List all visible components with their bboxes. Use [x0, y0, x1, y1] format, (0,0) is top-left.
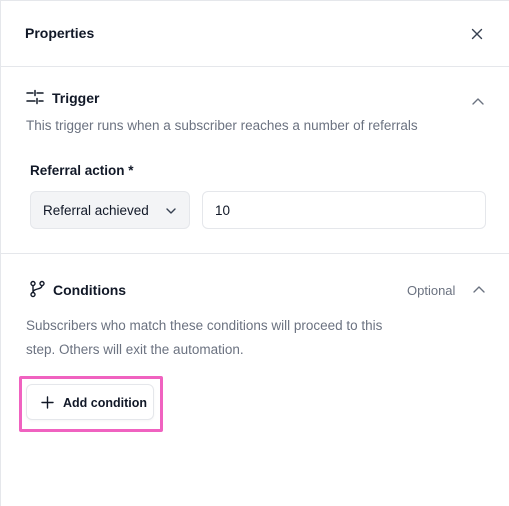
trigger-section: Trigger This trigger runs when a subscri…: [1, 67, 509, 254]
chevron-down-icon: [166, 208, 176, 214]
referral-action-label: Referral action *: [30, 163, 134, 178]
panel-header: Properties: [1, 1, 509, 67]
referral-action-value: Referral achieved: [43, 203, 149, 218]
trigger-collapse-chevron-icon[interactable]: [470, 94, 486, 110]
sliders-icon: [26, 89, 44, 105]
add-condition-button[interactable]: Add condition: [26, 384, 154, 420]
close-icon[interactable]: [469, 26, 485, 42]
trigger-title: Trigger: [52, 90, 100, 106]
git-branch-icon: [30, 280, 45, 298]
optional-label: Optional: [407, 283, 456, 298]
conditions-title: Conditions: [53, 282, 127, 298]
referral-count-input[interactable]: [202, 191, 486, 229]
panel-title: Properties: [25, 25, 95, 41]
trigger-description: This trigger runs when a subscriber reac…: [26, 118, 418, 133]
plus-icon: [41, 396, 54, 409]
properties-panel: Properties Trigger This trigger runs whe…: [0, 0, 509, 506]
conditions-description: Subscribers who match these conditions w…: [26, 318, 383, 357]
conditions-section: Conditions Optional Subscribers who matc…: [1, 254, 509, 506]
conditions-collapse-chevron-icon[interactable]: [471, 282, 487, 298]
referral-action-select[interactable]: Referral achieved: [30, 191, 190, 229]
add-condition-label: Add condition: [63, 396, 148, 410]
